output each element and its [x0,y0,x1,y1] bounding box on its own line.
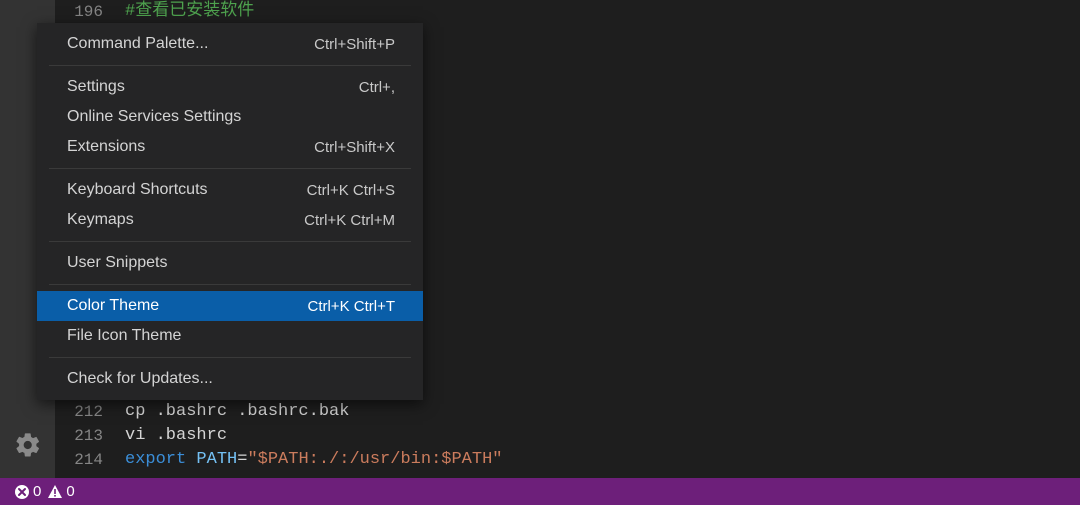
menu-item-label: Online Services Settings [67,108,241,126]
menu-item-shortcut: Ctrl+Shift+X [314,139,395,156]
menu-item-label: Check for Updates... [67,370,213,388]
code-text: #查看已安装软件 [125,0,254,24]
menu-item-keymaps[interactable]: Keymaps Ctrl+K Ctrl+M [37,205,423,235]
code-text: cp .bashrc .bashrc.bak [125,400,349,424]
menu-item-label: Keymaps [67,211,134,229]
status-errors-count: 0 [33,483,41,500]
menu-item-file-icon-theme[interactable]: File Icon Theme [37,321,423,351]
menu-separator [49,168,411,169]
code-text: export PATH="$PATH:./:/usr/bin:$PATH" [125,448,502,472]
code-line: 212cp .bashrc .bashrc.bak [55,400,1080,424]
menu-item-shortcut: Ctrl+K Ctrl+M [304,212,395,229]
menu-item-shortcut: Ctrl+, [359,79,395,96]
menu-item-label: File Icon Theme [67,327,181,345]
menu-item-label: Keyboard Shortcuts [67,181,208,199]
code-line: 196 #查看已安装软件 [55,0,1080,24]
menu-separator [49,284,411,285]
menu-item-color-theme[interactable]: Color Theme Ctrl+K Ctrl+T [37,291,423,321]
warning-icon [47,484,63,500]
menu-item-label: Color Theme [67,297,159,315]
status-errors[interactable]: 0 [14,483,41,500]
gear-icon [14,431,42,459]
menu-item-settings[interactable]: Settings Ctrl+, [37,72,423,102]
menu-item-user-snippets[interactable]: User Snippets [37,248,423,278]
status-warnings[interactable]: 0 [47,483,74,500]
menu-item-label: Command Palette... [67,35,208,53]
code-text: vi .bashrc [125,424,227,448]
menu-item-keyboard-shortcuts[interactable]: Keyboard Shortcuts Ctrl+K Ctrl+S [37,175,423,205]
menu-item-shortcut: Ctrl+K Ctrl+S [307,182,395,199]
menu-item-label: Settings [67,78,125,96]
error-icon [14,484,30,500]
menu-separator [49,65,411,66]
menu-item-shortcut: Ctrl+K Ctrl+T [307,298,395,315]
menu-item-extensions[interactable]: Extensions Ctrl+Shift+X [37,132,423,162]
preferences-menu: Command Palette... Ctrl+Shift+P Settings Ct… [37,23,423,400]
status-bar: 0 0 [0,478,1080,505]
menu-item-shortcut: Ctrl+Shift+P [314,36,395,53]
code-line: 214export PATH="$PATH:./:/usr/bin:$PATH" [55,448,1080,472]
menu-item-command-palette[interactable]: Command Palette... Ctrl+Shift+P [37,29,423,59]
line-number: 212 [55,400,125,424]
menu-item-label: Extensions [67,138,145,156]
menu-item-label: User Snippets [67,254,168,272]
line-number: 213 [55,424,125,448]
settings-gear-button[interactable] [14,431,42,464]
menu-item-check-for-updates[interactable]: Check for Updates... [37,364,423,394]
line-number: 196 [55,0,125,24]
line-number: 214 [55,448,125,472]
status-warnings-count: 0 [66,483,74,500]
menu-separator [49,241,411,242]
menu-separator [49,357,411,358]
code-line: 213vi .bashrc [55,424,1080,448]
menu-item-online-services-settings[interactable]: Online Services Settings [37,102,423,132]
